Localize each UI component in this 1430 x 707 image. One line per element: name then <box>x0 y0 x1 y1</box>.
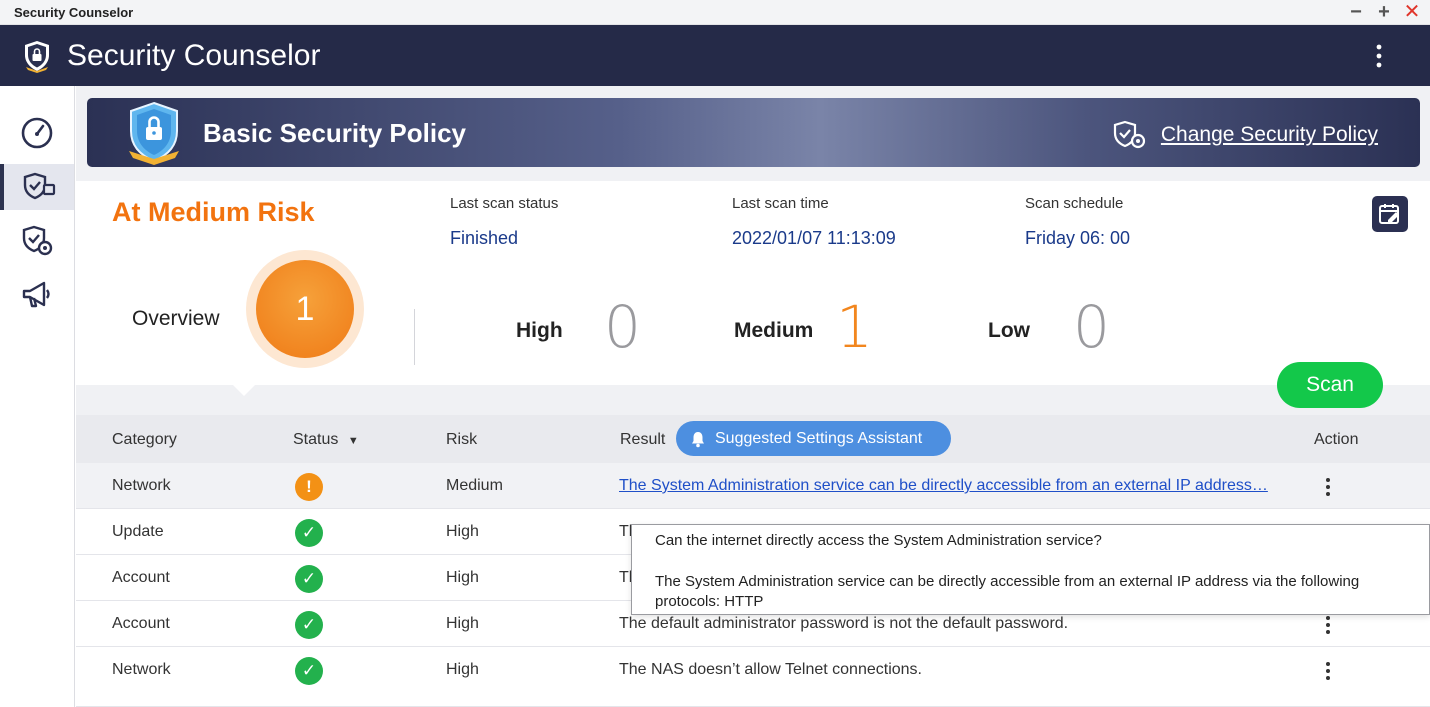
row-category: Network <box>112 477 171 494</box>
shield-check-icon <box>23 172 56 200</box>
table-row[interactable]: Network ! Medium The System Administrati… <box>76 463 1430 509</box>
tooltip-question: Can the internet directly access the Sys… <box>655 532 1102 549</box>
last-scan-status-label: Last scan status <box>450 195 559 212</box>
maximize-button[interactable]: + <box>1374 2 1394 22</box>
sidebar-item-security-checkup[interactable] <box>0 164 74 210</box>
column-status-label: Status <box>293 431 339 448</box>
row-risk: High <box>446 661 479 678</box>
scan-schedule: Scan schedule Friday 06: 00 <box>1025 195 1130 249</box>
medium-label: Medium <box>734 319 814 342</box>
row-category: Network <box>112 661 171 678</box>
last-scan-time-value: 2022/01/07 11:13:09 <box>732 228 896 248</box>
sidebar-item-announcements[interactable] <box>0 272 74 318</box>
megaphone-icon <box>22 281 50 308</box>
app-title: Security Counselor <box>67 39 321 72</box>
row-more-options-icon[interactable] <box>1318 614 1338 636</box>
last-scan-status-value: Finished <box>450 228 519 248</box>
last-scan-status: Last scan status Finished <box>450 195 558 249</box>
window-title: Security Counselor <box>14 5 134 20</box>
row-result-link[interactable]: The System Administration service can be… <box>619 477 1268 495</box>
window-titlebar: Security Counselor − + ✕ <box>0 0 1430 25</box>
shield-gear-icon[interactable] <box>1111 120 1147 150</box>
security-counselor-logo-icon <box>25 41 49 73</box>
shield-lock-icon <box>129 101 179 165</box>
sidebar-item-settings[interactable] <box>0 218 74 264</box>
column-risk[interactable]: Risk <box>446 431 477 449</box>
scan-button[interactable]: Scan <box>1277 362 1383 408</box>
divider <box>414 309 415 365</box>
row-result: The default administrator password is no… <box>619 615 1069 632</box>
row-risk: High <box>446 615 479 632</box>
row-result: The NAS doesn’t allow Telnet connections… <box>619 661 922 678</box>
edit-schedule-button[interactable] <box>1372 196 1408 232</box>
close-button[interactable]: ✕ <box>1402 2 1422 22</box>
check-status-icon: ✓ <box>295 565 323 593</box>
low-label: Low <box>988 319 1030 342</box>
shield-gear-icon <box>22 225 53 256</box>
change-security-policy-link[interactable]: Change Security Policy <box>1161 123 1378 147</box>
more-options-icon[interactable] <box>1366 41 1392 71</box>
policy-banner: Basic Security Policy Change Security Po… <box>87 98 1420 167</box>
table-row[interactable]: Network ✓ High The NAS doesn’t allow Tel… <box>76 647 1430 707</box>
risk-level-title: At Medium Risk <box>112 197 315 227</box>
scan-schedule-label: Scan schedule <box>1025 195 1124 212</box>
change-policy-group: Change Security Policy <box>1111 120 1378 150</box>
app-header: Security Counselor <box>0 25 1430 86</box>
row-more-options-icon[interactable] <box>1318 476 1338 498</box>
check-status-icon: ✓ <box>295 519 323 547</box>
medium-count: 1 <box>836 293 873 361</box>
bell-icon <box>692 431 704 447</box>
row-category: Account <box>112 569 170 586</box>
sort-down-icon[interactable]: ▼ <box>348 435 359 447</box>
column-action: Action <box>1314 431 1359 448</box>
low-count: 0 <box>1073 293 1110 361</box>
suggested-settings-assistant-button[interactable]: Suggested Settings Assistant <box>676 421 951 456</box>
row-risk: Medium <box>446 477 503 494</box>
total-risk-count: 1 <box>295 289 315 328</box>
overview-pointer <box>232 384 256 396</box>
sidebar-item-overview[interactable] <box>0 110 74 156</box>
tooltip-answer: The System Administration service can be… <box>655 573 1360 610</box>
warning-status-icon: ! <box>295 473 323 501</box>
check-status-icon: ✓ <box>295 611 323 639</box>
row-more-options-icon[interactable] <box>1318 660 1338 682</box>
policy-title: Basic Security Policy <box>203 118 467 148</box>
column-status[interactable]: Status ▼ <box>293 431 359 449</box>
gauge-icon <box>21 117 53 149</box>
overview-label: Overview <box>132 307 220 330</box>
assistant-label: Suggested Settings Assistant <box>715 429 923 447</box>
row-category: Account <box>112 615 170 632</box>
row-risk: High <box>446 523 479 540</box>
total-risk-ring: 1 <box>246 250 364 368</box>
row-category: Update <box>112 523 164 540</box>
column-result[interactable]: Result <box>620 431 665 449</box>
last-scan-time-label: Last scan time <box>732 195 829 212</box>
check-status-icon: ✓ <box>295 657 323 685</box>
minimize-button[interactable]: − <box>1346 2 1366 22</box>
high-label: High <box>516 319 563 342</box>
result-tooltip: Can the internet directly access the Sys… <box>631 524 1430 615</box>
row-risk: High <box>446 569 479 586</box>
overview-card: At Medium Risk Last scan status Finished… <box>76 181 1430 396</box>
sidebar <box>0 86 75 707</box>
table-header: Category Status ▼ Risk Result Suggested … <box>76 415 1430 463</box>
scan-schedule-value: Friday 06: 00 <box>1025 228 1131 248</box>
column-category[interactable]: Category <box>112 431 177 449</box>
high-count: 0 <box>604 293 641 361</box>
calendar-edit-icon <box>1379 204 1399 224</box>
last-scan-time: Last scan time 2022/01/07 11:13:09 <box>732 195 896 249</box>
